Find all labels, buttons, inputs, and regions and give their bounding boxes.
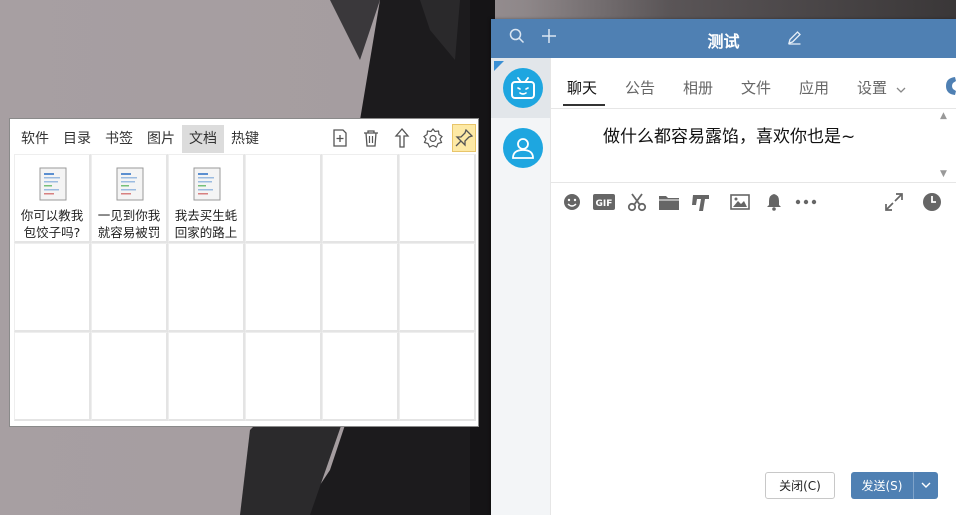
scroll-up-icon[interactable]: ▲ [940, 111, 947, 121]
chat-tabs: 聊天 公告 相册 文件 应用 设置 [551, 58, 956, 109]
avatar [503, 68, 543, 108]
emoji-button[interactable] [560, 189, 584, 215]
empty-cell[interactable] [399, 243, 476, 332]
empty-cell[interactable] [14, 243, 91, 332]
tab-apps[interactable]: 应用 [799, 77, 829, 98]
chevron-down-icon [921, 482, 931, 488]
send-options-button[interactable] [914, 472, 938, 499]
bell-icon [767, 194, 781, 211]
delete-button[interactable] [355, 124, 386, 152]
launcher-tabs: 软件 目录 书签 图片 文档 热键 [14, 123, 266, 153]
tab-settings[interactable]: 设置 [857, 77, 887, 98]
tab-documents[interactable]: 文档 [182, 125, 224, 153]
pencil-icon [788, 31, 801, 45]
document-icon [116, 167, 144, 201]
empty-cell[interactable] [245, 154, 322, 243]
settings-button[interactable] [417, 124, 448, 152]
selected-marker [494, 61, 504, 71]
arrow-up-icon [394, 128, 409, 148]
chat-sidebar [491, 58, 551, 515]
add-button[interactable] [324, 124, 355, 152]
empty-cell[interactable] [245, 332, 322, 421]
tv-icon [511, 77, 535, 99]
scissors-icon [627, 193, 647, 212]
chevron-down-icon [896, 80, 906, 99]
chat-title: 测试 [707, 32, 740, 51]
music-button[interactable] [689, 189, 713, 215]
scroll-down-icon[interactable]: ▼ [940, 169, 947, 179]
history-icon [923, 193, 941, 211]
tab-announcement[interactable]: 公告 [625, 77, 655, 98]
group-icon [512, 138, 534, 159]
tab-images[interactable]: 图片 [140, 125, 182, 153]
tab-directory[interactable]: 目录 [56, 125, 98, 153]
folder-icon [659, 196, 679, 210]
svg-text:GIF: GIF [596, 199, 613, 209]
launcher-tools [324, 123, 476, 152]
add-icon [332, 129, 347, 147]
phone-icon[interactable] [943, 76, 956, 100]
edit-title-button[interactable] [787, 30, 802, 49]
trash-icon [363, 130, 378, 147]
empty-cell[interactable] [14, 332, 91, 421]
image-icon [730, 194, 750, 210]
tab-files[interactable]: 文件 [741, 77, 771, 98]
empty-cell[interactable] [245, 243, 322, 332]
chat-message: 做什么都容易露馅，喜欢你也是~ [603, 127, 856, 147]
launcher-window: 软件 目录 书签 图片 文档 热键 你可以教我包饺子吗? 一见到你我就容易被罚 … [9, 118, 479, 427]
expand-button[interactable] [882, 189, 906, 215]
document-item[interactable]: 一见到你我就容易被罚 [91, 154, 168, 243]
history-button[interactable] [920, 189, 944, 215]
sidebar-item-contacts[interactable] [491, 118, 550, 178]
screenshot-button[interactable] [625, 189, 649, 215]
gear-icon [422, 128, 443, 148]
document-item[interactable]: 我去买生蚝回家的路上 [168, 154, 245, 243]
emoji-icon [564, 194, 580, 210]
sidebar-item-bilibili[interactable] [491, 58, 550, 118]
message-input[interactable] [551, 219, 956, 469]
message-area: 做什么都容易露馅，喜欢你也是~ ▲ ▼ [551, 109, 956, 183]
file-button[interactable] [657, 189, 681, 215]
pin-button[interactable] [452, 124, 476, 152]
gif-icon: GIF [593, 194, 615, 210]
empty-cell[interactable] [322, 332, 399, 421]
empty-cell[interactable] [399, 332, 476, 421]
more-icon [795, 199, 817, 205]
active-tab-underline [563, 104, 605, 106]
document-name: 一见到你我就容易被罚 [97, 208, 161, 240]
empty-cell[interactable] [168, 243, 245, 332]
tab-bookmarks[interactable]: 书签 [98, 125, 140, 153]
empty-cell[interactable] [91, 332, 168, 421]
empty-cell[interactable] [322, 243, 399, 332]
document-item[interactable]: 你可以教我包饺子吗? [14, 154, 91, 243]
chat-titlebar[interactable]: 测试 [491, 19, 956, 58]
document-name: 你可以教我包饺子吗? [20, 208, 84, 240]
chat-window: 测试 聊天 公告 相册 文件 应用 设置 做什么都容易露馅，喜欢你也是~ ▲ ▼… [491, 19, 956, 515]
tab-album[interactable]: 相册 [683, 77, 713, 98]
document-icon [39, 167, 67, 201]
empty-cell[interactable] [91, 243, 168, 332]
document-grid: 你可以教我包饺子吗? 一见到你我就容易被罚 我去买生蚝回家的路上 [14, 154, 476, 422]
more-button[interactable] [794, 189, 818, 215]
tab-chat[interactable]: 聊天 [567, 77, 597, 98]
image-button[interactable] [728, 189, 752, 215]
document-icon [193, 167, 221, 201]
empty-cell[interactable] [168, 332, 245, 421]
gif-button[interactable]: GIF [592, 189, 616, 215]
empty-cell[interactable] [399, 154, 476, 243]
avatar [503, 128, 543, 168]
expand-icon [885, 193, 903, 211]
close-button[interactable]: 关闭(C) [765, 472, 835, 499]
empty-cell[interactable] [322, 154, 399, 243]
send-button[interactable]: 发送(S) [851, 472, 938, 499]
input-toolbar: GIF [551, 189, 956, 215]
notify-button[interactable] [762, 189, 786, 215]
document-name: 我去买生蚝回家的路上 [174, 208, 238, 240]
tab-software[interactable]: 软件 [14, 125, 56, 153]
pin-icon [455, 129, 473, 147]
move-up-button[interactable] [386, 124, 417, 152]
music-icon [692, 195, 709, 211]
send-label[interactable]: 发送(S) [851, 472, 914, 499]
tab-hotkeys[interactable]: 热键 [224, 125, 266, 153]
